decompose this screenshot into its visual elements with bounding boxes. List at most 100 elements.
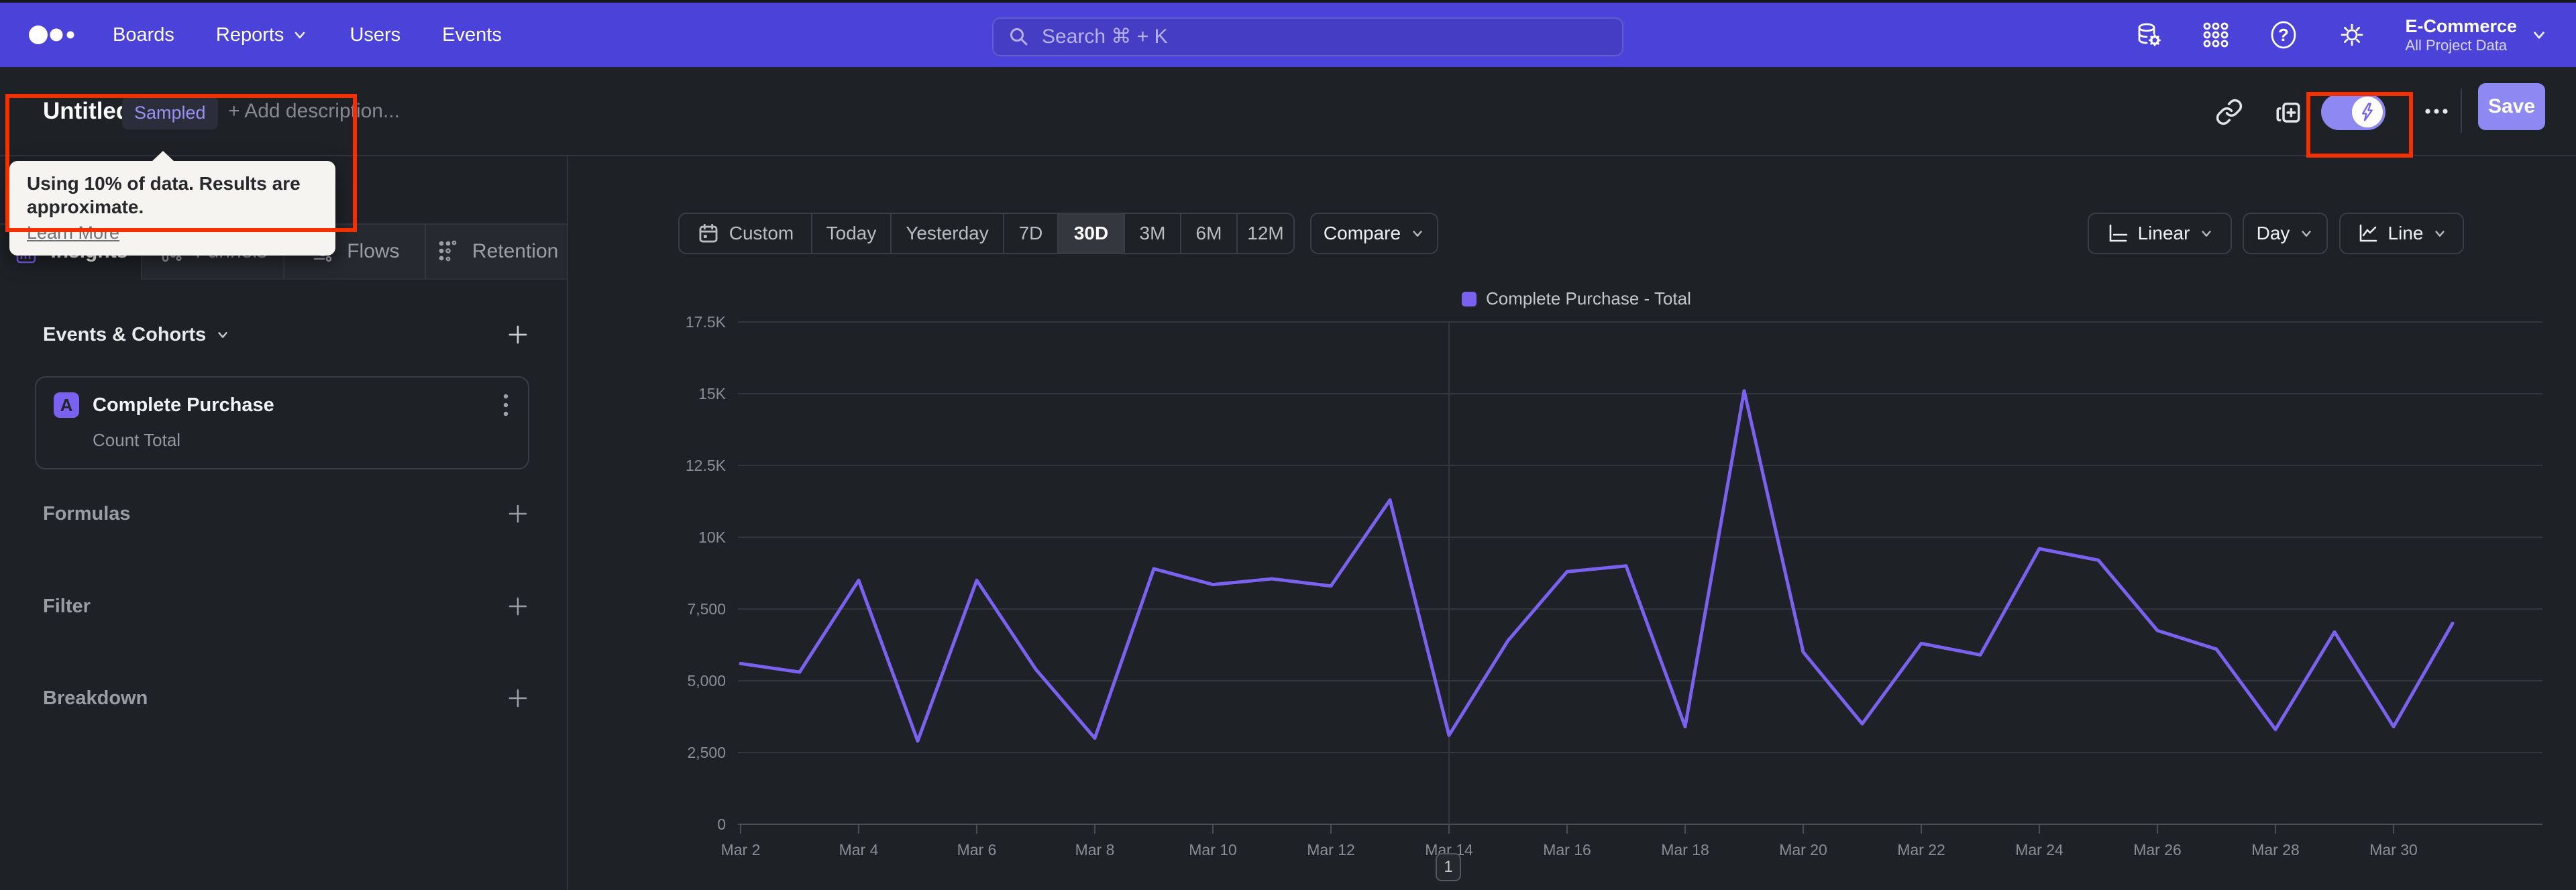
toggle-knob	[2352, 97, 2383, 127]
interval-select[interactable]: Day	[2243, 213, 2328, 254]
y-axis-label: 10K	[698, 529, 727, 546]
y-axis-label: 15K	[698, 385, 727, 402]
kebab-menu-icon	[503, 394, 508, 416]
plus-icon	[508, 597, 527, 616]
chevron-down-icon	[1413, 231, 1422, 237]
x-axis-label: Mar 4	[839, 841, 879, 858]
link-icon	[2216, 99, 2243, 125]
event-card[interactable]: A Complete Purchase Count Total	[35, 376, 529, 469]
copy-link-button[interactable]	[2215, 98, 2243, 126]
compare-label: Compare	[1323, 223, 1401, 243]
chart-type-select[interactable]: Line	[2339, 213, 2464, 254]
add-formula-button[interactable]	[506, 502, 529, 525]
search-box[interactable]	[992, 17, 1623, 56]
formulas-row: Formulas	[43, 499, 529, 529]
filter-label: Filter	[43, 595, 91, 617]
events-cohorts-toggle[interactable]: Events & Cohorts	[43, 324, 230, 346]
range-custom[interactable]: Custom	[680, 214, 811, 253]
data-management-icon[interactable]	[2133, 19, 2163, 50]
compare-button[interactable]: Compare	[1310, 213, 1438, 254]
tab-retention-label: Retention	[472, 240, 559, 262]
series-line[interactable]	[739, 389, 2455, 743]
event-metric[interactable]: Count Total	[93, 430, 511, 451]
add-event-button[interactable]	[506, 323, 529, 346]
x-axis-label: Mar 28	[2251, 841, 2300, 858]
y-axis-label: 0	[717, 816, 726, 833]
x-axis-label: Mar 22	[1897, 841, 1945, 858]
report-title[interactable]: Untitled	[43, 67, 130, 155]
x-axis-label: Mar 12	[1307, 841, 1355, 858]
date-range-control: Custom Today Yesterday 7D 30D 3M 6M 12M	[678, 213, 1295, 254]
breakdown-label: Breakdown	[43, 687, 148, 709]
nav-events[interactable]: Events	[442, 24, 502, 46]
scale-label: Linear	[2137, 223, 2190, 243]
retention-icon	[439, 240, 457, 262]
y-axis-label: 17.5K	[686, 313, 727, 331]
range-today[interactable]: Today	[811, 214, 890, 253]
events-cohorts-label: Events & Cohorts	[43, 323, 207, 345]
more-menu-button[interactable]	[2423, 106, 2450, 117]
add-breakdown-button[interactable]	[506, 687, 529, 710]
x-axis-label: Mar 20	[1779, 841, 1827, 858]
x-axis-label: Mar 6	[957, 841, 997, 858]
range-3m[interactable]: 3M	[1124, 214, 1180, 253]
chevron-down-icon	[2435, 231, 2445, 237]
filter-row: Filter	[43, 592, 529, 621]
range-6m[interactable]: 6M	[1180, 214, 1236, 253]
sampled-badge[interactable]: Sampled	[122, 97, 218, 129]
chevron-down-icon	[2202, 231, 2212, 237]
range-custom-label: Custom	[729, 223, 794, 243]
search-input[interactable]	[1040, 25, 1607, 49]
svg-text:?: ?	[2278, 25, 2289, 45]
chevron-down-icon	[2302, 231, 2312, 237]
nav-boards[interactable]: Boards	[113, 24, 174, 46]
nav-users[interactable]: Users	[350, 24, 400, 46]
project-scope: All Project Data	[2405, 36, 2508, 54]
plus-icon	[508, 325, 527, 344]
nav-reports-label: Reports	[215, 23, 284, 46]
tab-flows-label: Flows	[347, 240, 400, 262]
sampling-toggle[interactable]	[2321, 94, 2385, 130]
range-12m[interactable]: 12M	[1236, 214, 1293, 253]
nav-links: Boards Reports Users Events	[113, 24, 502, 46]
chevron-down-icon	[295, 32, 305, 39]
add-description[interactable]: + Add description...	[228, 67, 400, 155]
event-options-button[interactable]	[501, 392, 511, 418]
apps-grid-icon[interactable]	[2201, 20, 2231, 50]
line-chart-icon	[2359, 224, 2377, 242]
range-yesterday[interactable]: Yesterday	[890, 214, 1003, 253]
range-30d[interactable]: 30D	[1057, 214, 1124, 253]
line-chart: 0 2,500 5,000 7,500 10K 12.5K 15K 17.5K Mar 2 Mar…	[686, 313, 2542, 858]
calendar-icon	[699, 223, 718, 243]
x-axis-label: Mar 24	[2015, 841, 2063, 858]
event-name[interactable]: Complete Purchase	[93, 394, 274, 416]
y-axis-label: 7,500	[687, 600, 726, 618]
x-axis-label: Mar 10	[1189, 841, 1237, 858]
mixpanel-logo-icon[interactable]	[27, 21, 78, 49]
x-axis-label: Mar 16	[1543, 841, 1591, 858]
add-to-board-icon	[2276, 103, 2300, 123]
x-axis-label: Mar 30	[2369, 841, 2418, 858]
help-icon[interactable]: ?	[2268, 19, 2299, 50]
gear-icon[interactable]	[2337, 19, 2367, 50]
search-icon	[1010, 28, 1028, 46]
tab-retention[interactable]: Retention	[425, 225, 567, 278]
add-to-board-button[interactable]	[2274, 98, 2302, 126]
y-axis-label: 5,000	[687, 672, 726, 689]
header-divider	[2461, 89, 2462, 133]
learn-more-link[interactable]: Learn More	[27, 223, 119, 243]
nav-reports[interactable]: Reports	[216, 24, 309, 46]
scale-select[interactable]: Linear	[2088, 213, 2232, 254]
event-row: A Complete Purchase	[54, 392, 511, 418]
report-header: Untitled Sampled + Add description... Sa…	[0, 67, 2576, 156]
lightning-bolt-icon	[2362, 103, 2373, 121]
y-axis-label: 12.5K	[686, 457, 727, 474]
add-filter-button[interactable]	[506, 595, 529, 618]
breakdown-row: Breakdown	[43, 683, 529, 713]
pagination-page-1[interactable]: 1	[1436, 853, 1461, 881]
project-switcher[interactable]: E-Commerce All Project Data	[2405, 16, 2548, 54]
chart-panel: Custom Today Yesterday 7D 30D 3M 6M 12M …	[568, 156, 2576, 890]
range-7d[interactable]: 7D	[1003, 214, 1057, 253]
save-button[interactable]: Save	[2478, 83, 2545, 130]
app-window: Boards Reports Users Events Search ⌘ + K…	[0, 0, 2576, 890]
